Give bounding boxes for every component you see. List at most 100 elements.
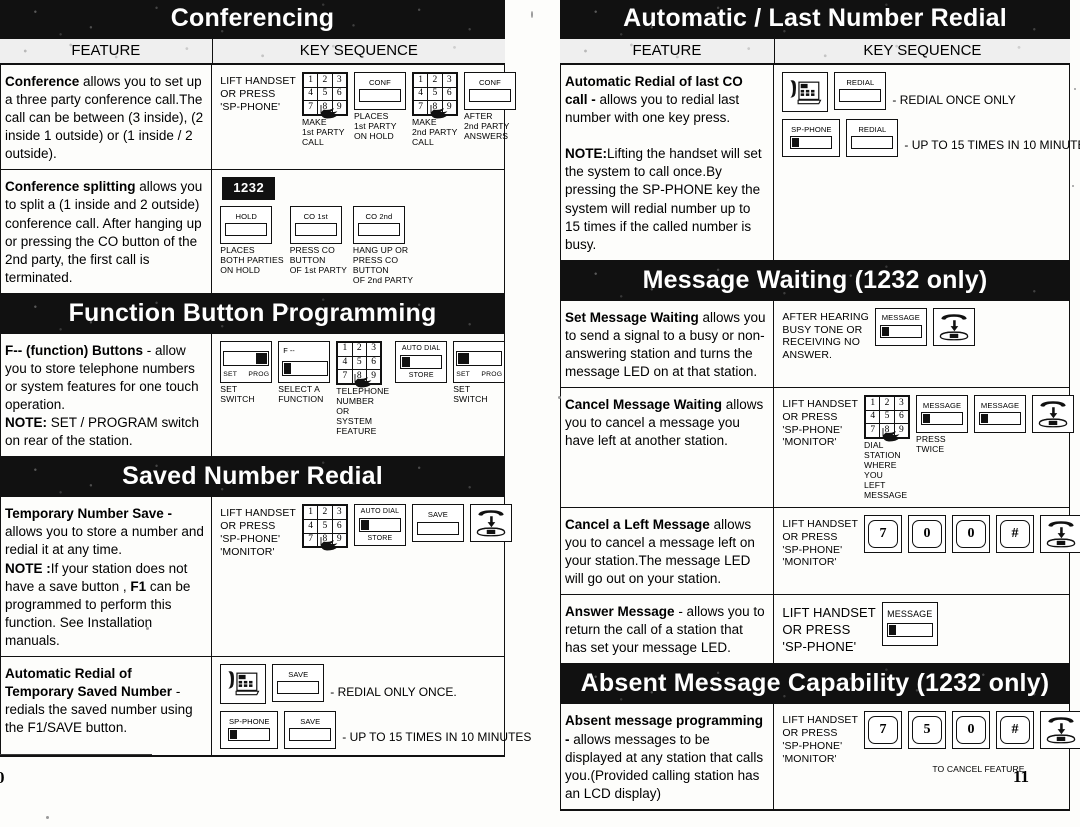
key-step-caption: HANG UP OR PRESS CO BUTTON OF 2nd PARTY — [352, 244, 414, 285]
feature-button-save: SAVE — [272, 663, 325, 702]
key-step-caption: SET SWITCH — [453, 383, 488, 404]
section-title: Absent Message Capability (1232 only) — [580, 669, 1050, 698]
dial-pad-key: 9 — [893, 423, 910, 439]
feature-table: Temporary Number Save - allows you to st… — [0, 497, 531, 757]
key-sequence-line: SAVE - REDIAL ONLY ONCE. — [220, 663, 500, 704]
column-header-key-sequence: KEY SEQUENCE — [863, 42, 982, 59]
dial-pad-key: 7 — [302, 532, 319, 548]
feature-button-co-2nd: CO 2nd — [352, 205, 405, 244]
key-sequence-step: REDIAL — [834, 72, 887, 110]
feature-button-label: SAVE — [300, 716, 321, 726]
feature-button-label: MESSAGE — [887, 609, 933, 620]
feature-table: F-- (function) Buttons - allow you to st… — [0, 333, 506, 459]
digit-key-cap: 5 — [912, 716, 943, 745]
key-sequence-step: CONF PLACES 1st PARTY ON HOLD — [353, 72, 406, 142]
feature-description: Cancel a Left Message allows you to canc… — [561, 507, 775, 595]
led-slot — [357, 223, 400, 237]
dial-pad-key: 8 — [879, 423, 895, 439]
feature-button-sp-phone: SP-PHONE — [782, 119, 841, 157]
dial-pad-key: 3 — [331, 505, 347, 520]
led-indicator — [360, 520, 369, 531]
feature-row: F-- (function) Buttons - allow you to st… — [1, 333, 506, 458]
key-sequence-prompt: LIFT HANDSET OR PRESS 'SP-PHONE' 'MONITOR' — [782, 517, 859, 569]
dial-pad-key: 4 — [337, 355, 353, 371]
key-step-caption: PLACES 1st PARTY ON HOLD — [353, 111, 397, 141]
led-slot — [886, 623, 933, 638]
key-sequence-line: LIFT HANDSET OR PRESS 'SP-PHONE' 'MONITOR' 1… — [782, 395, 1075, 501]
feature-row: Set Message Waiting allows you to send a… — [561, 300, 1069, 389]
key-sequence-line: LIFT HANDSET OR PRESS 'SP-PHONE' 1 2 3 4 5 6 7 8 9 M… — [220, 72, 516, 148]
feature-button-label: MESSAGE — [922, 400, 962, 410]
dial-pad-key: 6 — [365, 355, 382, 371]
dial-pad-key: 1 — [865, 396, 881, 411]
led-slot — [979, 412, 1022, 426]
feature-description: Set Message Waiting allows you to send a… — [561, 300, 775, 388]
key-step-caption: SELECT A FUNCTION — [278, 383, 324, 404]
key-sequence-step: SP-PHONE — [220, 710, 279, 749]
digit-key-cap: # — [1000, 716, 1031, 745]
dial-pad-key: 3 — [365, 341, 382, 357]
auto-dial-store-button-icon: AUTO DIAL STORE — [353, 504, 406, 547]
feature-button-conf: CONF — [353, 72, 406, 110]
key-sequence-step: 1 2 3 4 5 6 7 8 9 MAKE 2nd PARTY CALL — [411, 72, 458, 148]
key-sequence-prompt: AFTER HEARING BUSY TONE OR RECEIVING NO ANS… — [782, 310, 869, 362]
dial-pad-key: 2 — [879, 396, 895, 411]
page-number-left: 0 — [0, 768, 5, 787]
feature-description: Automatic Redial of last CO call - allow… — [561, 65, 775, 260]
key-sequence-step: HOLD PLACES BOTH PARTIES ON HOLD — [220, 205, 284, 276]
feature-button-label: MESSAGE — [980, 400, 1020, 410]
feature-row: Cancel Message Waiting allows you to can… — [561, 388, 1075, 508]
key-sequence-step: 1 2 3 4 5 6 7 8 9 TELEPHONE NUMBER OR SYSTEM FEATURE — [336, 340, 390, 437]
dial-pad-key: 2 — [317, 73, 333, 88]
feature-button-label: CONF — [368, 77, 391, 87]
key-sequence-cell: REDIAL - REDIAL ONCE ONLY SP-PHONE REDIAL - … — [774, 65, 1080, 260]
feature-row: Automatic Redial of last CO call - allow… — [561, 65, 1080, 261]
feature-button-message: MESSAGE — [916, 395, 969, 434]
column-header-feature: FEATURE — [0, 39, 213, 63]
dial-pad-key: 7 — [302, 100, 319, 115]
key-step-caption: AFTER 2nd PARTY ANSWERS — [463, 111, 510, 141]
dial-pad-key: 1 — [302, 505, 319, 520]
digit-key-cap: 0 — [956, 519, 987, 548]
dial-pad-key: 8 — [317, 532, 333, 548]
dial-pad-icon: 123456789 — [864, 395, 911, 442]
feature-button-sp-phone: SP-PHONE — [220, 710, 279, 749]
feature-description: Conference splitting allows you to split… — [1, 170, 213, 293]
feature-description: Conference allows you to set up a three … — [1, 65, 213, 170]
key-sequence-step: 123456789 — [301, 504, 348, 551]
led-slot — [790, 136, 833, 150]
key-sequence-step: CO 2nd HANG UP OR PRESS CO BUTTON OF 2nd PA… — [352, 205, 419, 286]
digit-key-hash: # — [996, 514, 1035, 553]
key-sequence-step — [782, 72, 829, 112]
digit-key-5: 5 — [908, 711, 947, 750]
feature-button-label: CONF — [478, 77, 501, 87]
key-sequence-step: AUTO DIAL STORE — [353, 504, 406, 547]
dial-pad-key: 9 — [331, 532, 347, 548]
key-sequence-step: 0 — [952, 514, 991, 553]
key-sequence-line: SP-PHONE REDIAL - UP TO 15 TIMES IN 10 MIN… — [782, 119, 1080, 157]
key-sequence-step: 0 — [908, 514, 947, 553]
dial-pad-icon: 123456789 — [301, 72, 348, 119]
digit-key-7: 7 — [864, 514, 903, 553]
led-slot — [277, 681, 320, 695]
key-sequence-prompt: LIFT HANDSET OR PRESS 'SP-PHONE' 'MONITOR' — [782, 398, 859, 449]
feature-description: Automatic Redial of Temporary Saved Numb… — [1, 656, 213, 755]
key-sequence-line: AFTER HEARING BUSY TONE OR RECEIVING NO ANS… — [782, 307, 1065, 362]
dial-pad-key: 5 — [427, 86, 443, 102]
dial-pad-key: 2 — [351, 341, 367, 357]
right-page-column: Automatic / Last Number Redial FEATURE KEY… — [560, 0, 1080, 811]
key-sequence-cell: LIFT HANDSET OR PRESS 'SP-PHONE' 'MONITOR' 1… — [774, 388, 1075, 507]
dial-pad-key: 8 — [317, 100, 333, 115]
dial-pad-key: 4 — [412, 86, 429, 102]
feature-table: Set Message Waiting allows you to send a… — [560, 300, 1080, 666]
feature-button-label: REDIAL — [858, 124, 887, 134]
key-step-caption: TELEPHONE NUMBER OR SYSTEM FEATURE — [336, 385, 390, 436]
dial-pad-key: 1 — [337, 341, 353, 357]
feature-button-label: SAVE — [288, 669, 309, 679]
scan-speck — [531, 11, 533, 18]
switch-knob — [256, 352, 268, 364]
key-sequence-step: 0 — [952, 711, 991, 750]
store-label: STORE — [367, 535, 393, 543]
hang-up-icon-box — [1032, 395, 1075, 434]
key-sequence-step — [932, 307, 975, 346]
